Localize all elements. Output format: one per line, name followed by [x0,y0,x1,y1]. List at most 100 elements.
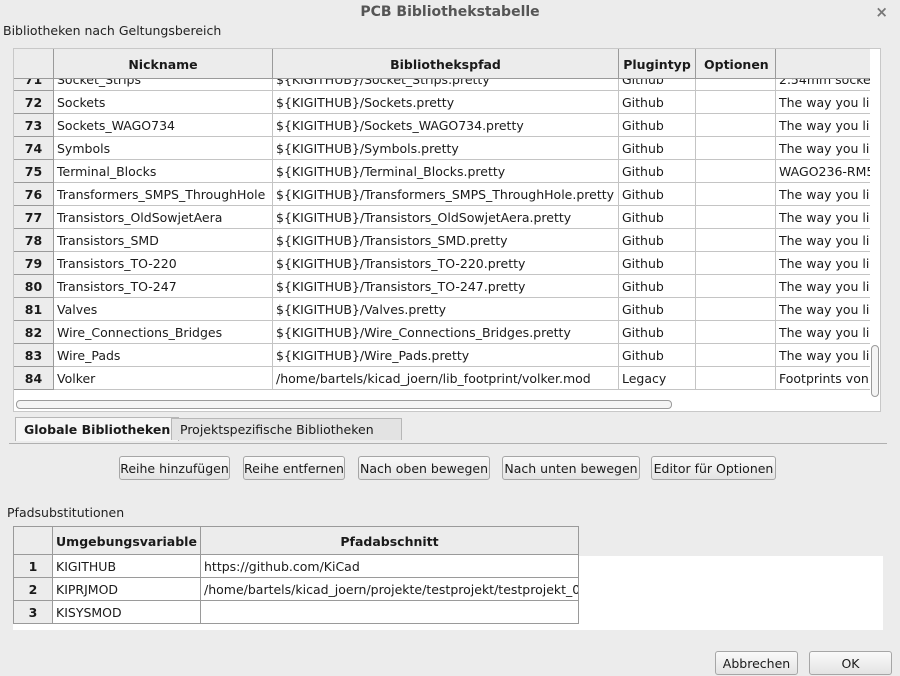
row-number[interactable]: 75 [14,160,54,183]
nickname-cell[interactable]: Valves [54,298,273,321]
row-number[interactable]: 77 [14,206,54,229]
column-header-description[interactable] [776,49,870,79]
nickname-cell[interactable]: Transistors_TO-220 [54,252,273,275]
horizontal-scrollbar[interactable] [16,400,672,409]
description-cell[interactable]: The way you lik [776,183,870,206]
table-row[interactable]: 79 Transistors_TO-220 ${KIGITHUB}/Transist… [14,252,870,275]
row-number[interactable]: 83 [14,344,54,367]
plugin-cell[interactable]: Github [619,298,696,321]
table-row[interactable]: 83 Wire_Pads ${KIGITHUB}/Wire_Pads.pretty G… [14,344,870,367]
nickname-cell[interactable]: Transistors_OldSowjetAera [54,206,273,229]
options-cell[interactable] [696,137,776,160]
table-row[interactable]: 82 Wire_Connections_Bridges ${KIGITHUB}/Wi… [14,321,870,344]
description-cell[interactable]: The way you lik [776,275,870,298]
plugin-cell[interactable]: Github [619,114,696,137]
options-cell[interactable] [696,79,776,91]
plugin-cell[interactable]: Legacy [619,367,696,390]
table-row[interactable]: 84 Volker/home/bartels/kicad_joern/lib_fo… [14,367,870,390]
vertical-scrollbar[interactable] [870,51,879,397]
path-cell[interactable]: ${KIGITHUB}/Transistors_TO-247.pretty [273,275,619,298]
row-number[interactable]: 72 [14,91,54,114]
table-row[interactable]: 81 Valves ${KIGITHUB}/Valves.pretty Github T… [14,298,870,321]
path-cell[interactable]: ${KIGITHUB}/Sockets_WAGO734.pretty [273,114,619,137]
plugin-cell[interactable]: Github [619,344,696,367]
table-row[interactable]: 71 Socket_Strips ${KIGITHUB}/Socket_Strips… [14,79,870,91]
table-row[interactable]: 1 KIGITHUB https://github.com/KiCad [14,555,579,578]
description-cell[interactable]: The way you lik [776,298,870,321]
plugin-cell[interactable]: Github [619,252,696,275]
description-cell[interactable]: The way you lik [776,344,870,367]
description-cell[interactable]: WAGO236-RM5 [776,160,870,183]
options-cell[interactable] [696,206,776,229]
nickname-cell[interactable]: Terminal_Blocks [54,160,273,183]
table-row[interactable]: 2 KIPRJMOD/home/bartels/kicad_joern/proje… [14,578,579,601]
row-number[interactable]: 2 [14,578,53,601]
move-up-button[interactable]: Nach oben bewegen [358,456,490,480]
options-cell[interactable] [696,229,776,252]
row-number[interactable]: 82 [14,321,54,344]
table-row[interactable]: 76 Transformers_SMPS_ThroughHole ${KIGITHU… [14,183,870,206]
path-cell[interactable]: ${KIGITHUB}/Terminal_Blocks.pretty [273,160,619,183]
plugin-cell[interactable]: Github [619,160,696,183]
path-cell[interactable]: ${KIGITHUB}/Socket_Strips.pretty [273,79,619,91]
path-cell[interactable]: /home/bartels/kicad_joern/lib_footprint/… [273,367,619,390]
plugin-cell[interactable]: Github [619,229,696,252]
plugin-cell[interactable]: Github [619,183,696,206]
column-header-options[interactable]: Optionen [696,49,776,79]
row-number[interactable]: 3 [14,601,53,624]
nickname-cell[interactable]: Transformers_SMPS_ThroughHole [54,183,273,206]
remove-row-button[interactable]: Reihe entfernen [243,456,345,480]
row-number[interactable]: 73 [14,114,54,137]
options-cell[interactable] [696,344,776,367]
path-cell[interactable]: ${KIGITHUB}/Transformers_SMPS_ThroughHol… [273,183,619,206]
options-cell[interactable] [696,321,776,344]
nickname-cell[interactable]: Volker [54,367,273,390]
add-row-button[interactable]: Reihe hinzufügen [119,456,230,480]
options-cell[interactable] [696,114,776,137]
path-cell[interactable]: ${KIGITHUB}/Transistors_OldSowjetAera.pr… [273,206,619,229]
column-header-variable[interactable]: Umgebungsvariable [53,527,201,555]
table-row[interactable]: 75 Terminal_Blocks ${KIGITHUB}/Terminal_Bl… [14,160,870,183]
path-segment-cell[interactable] [201,601,579,624]
table-row[interactable]: 73 Sockets_WAGO734 ${KIGITHUB}/Sockets_WAG… [14,114,870,137]
table-row[interactable]: 78 Transistors_SMD ${KIGITHUB}/Transistors… [14,229,870,252]
description-cell[interactable]: The way you lik [776,321,870,344]
row-number[interactable]: 78 [14,229,54,252]
options-cell[interactable] [696,183,776,206]
path-cell[interactable]: ${KIGITHUB}/Symbols.pretty [273,137,619,160]
plugin-cell[interactable]: Github [619,206,696,229]
description-cell[interactable]: The way you lik [776,137,870,160]
nickname-cell[interactable]: Socket_Strips [54,79,273,91]
plugin-cell[interactable]: Github [619,321,696,344]
plugin-cell[interactable]: Github [619,137,696,160]
options-cell[interactable] [696,367,776,390]
column-header-plugin[interactable]: Plugintyp [619,49,696,79]
close-icon[interactable]: × [875,3,888,21]
path-cell[interactable]: ${KIGITHUB}/Wire_Connections_Bridges.pre… [273,321,619,344]
plugin-cell[interactable]: Github [619,275,696,298]
path-cell[interactable]: ${KIGITHUB}/Transistors_TO-220.pretty [273,252,619,275]
row-number[interactable]: 84 [14,367,54,390]
plugin-cell[interactable]: Github [619,79,696,91]
options-editor-button[interactable]: Editor für Optionen [651,456,776,480]
options-cell[interactable] [696,275,776,298]
move-down-button[interactable]: Nach unten bewegen [502,456,640,480]
description-cell[interactable]: The way you lik [776,114,870,137]
description-cell[interactable]: The way you lik [776,206,870,229]
options-cell[interactable] [696,160,776,183]
variable-cell[interactable]: KISYSMOD [53,601,201,624]
column-header-nickname[interactable]: Nickname [54,49,273,79]
tab-global-libraries[interactable]: Globale Bibliotheken [15,417,180,441]
options-cell[interactable] [696,91,776,114]
nickname-cell[interactable]: Sockets_WAGO734 [54,114,273,137]
ok-button[interactable]: OK [809,651,892,675]
nickname-cell[interactable]: Symbols [54,137,273,160]
options-cell[interactable] [696,298,776,321]
row-number[interactable]: 74 [14,137,54,160]
table-row[interactable]: 80 Transistors_TO-247 ${KIGITHUB}/Transist… [14,275,870,298]
path-cell[interactable]: ${KIGITHUB}/Valves.pretty [273,298,619,321]
column-header-path[interactable]: Bibliothekspfad [273,49,619,79]
description-cell[interactable]: The way you lik [776,252,870,275]
path-cell[interactable]: ${KIGITHUB}/Sockets.pretty [273,91,619,114]
options-cell[interactable] [696,252,776,275]
